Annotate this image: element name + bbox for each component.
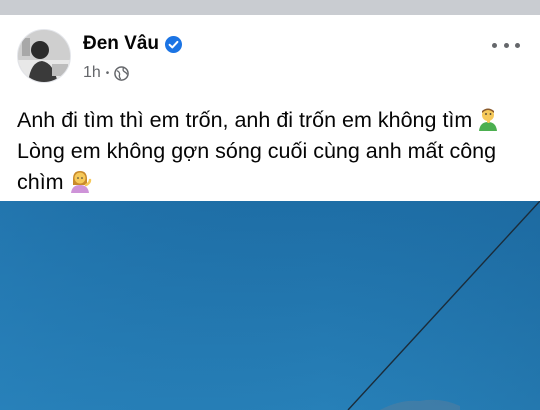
post-text-line-2: Lòng em không gợn sóng cuối cùng anh mất… [17,139,497,163]
post-photo[interactable] [0,201,540,410]
post-meta: 1h • [83,63,130,83]
globe-icon[interactable] [114,65,130,81]
more-dot [515,42,520,48]
top-divider [0,0,540,15]
author-avatar[interactable] [17,29,71,83]
post-card: Đen Vâu 1h • Anh đi tìm thì em trốn, anh… [0,15,540,410]
sky-photo [0,201,540,410]
post-text-line-1: Anh đi tìm thì em trốn, anh đi trốn em k… [17,105,527,136]
post-text: Anh đi tìm thì em trốn, anh đi trốn em k… [17,105,527,198]
post-text-line-1-content: Anh đi tìm thì em trốn, anh đi trốn em k… [17,108,473,132]
post-header: Đen Vâu 1h • [0,15,540,95]
author-row: Đen Vâu [83,33,183,55]
post-timestamp[interactable]: 1h [83,64,101,82]
woman-tipping-hand-emoji [68,169,92,193]
meta-separator: • [105,67,110,79]
avatar-image [18,30,70,82]
author-name[interactable]: Đen Vâu [83,33,159,55]
more-dot [492,42,497,48]
more-dot [503,42,509,48]
man-shushing-emoji [476,107,500,131]
post-text-line-3: chìm [17,167,527,198]
more-options-icon[interactable] [492,35,520,55]
verified-badge-icon [165,35,183,53]
post-text-line-3-content: chìm [17,170,64,194]
